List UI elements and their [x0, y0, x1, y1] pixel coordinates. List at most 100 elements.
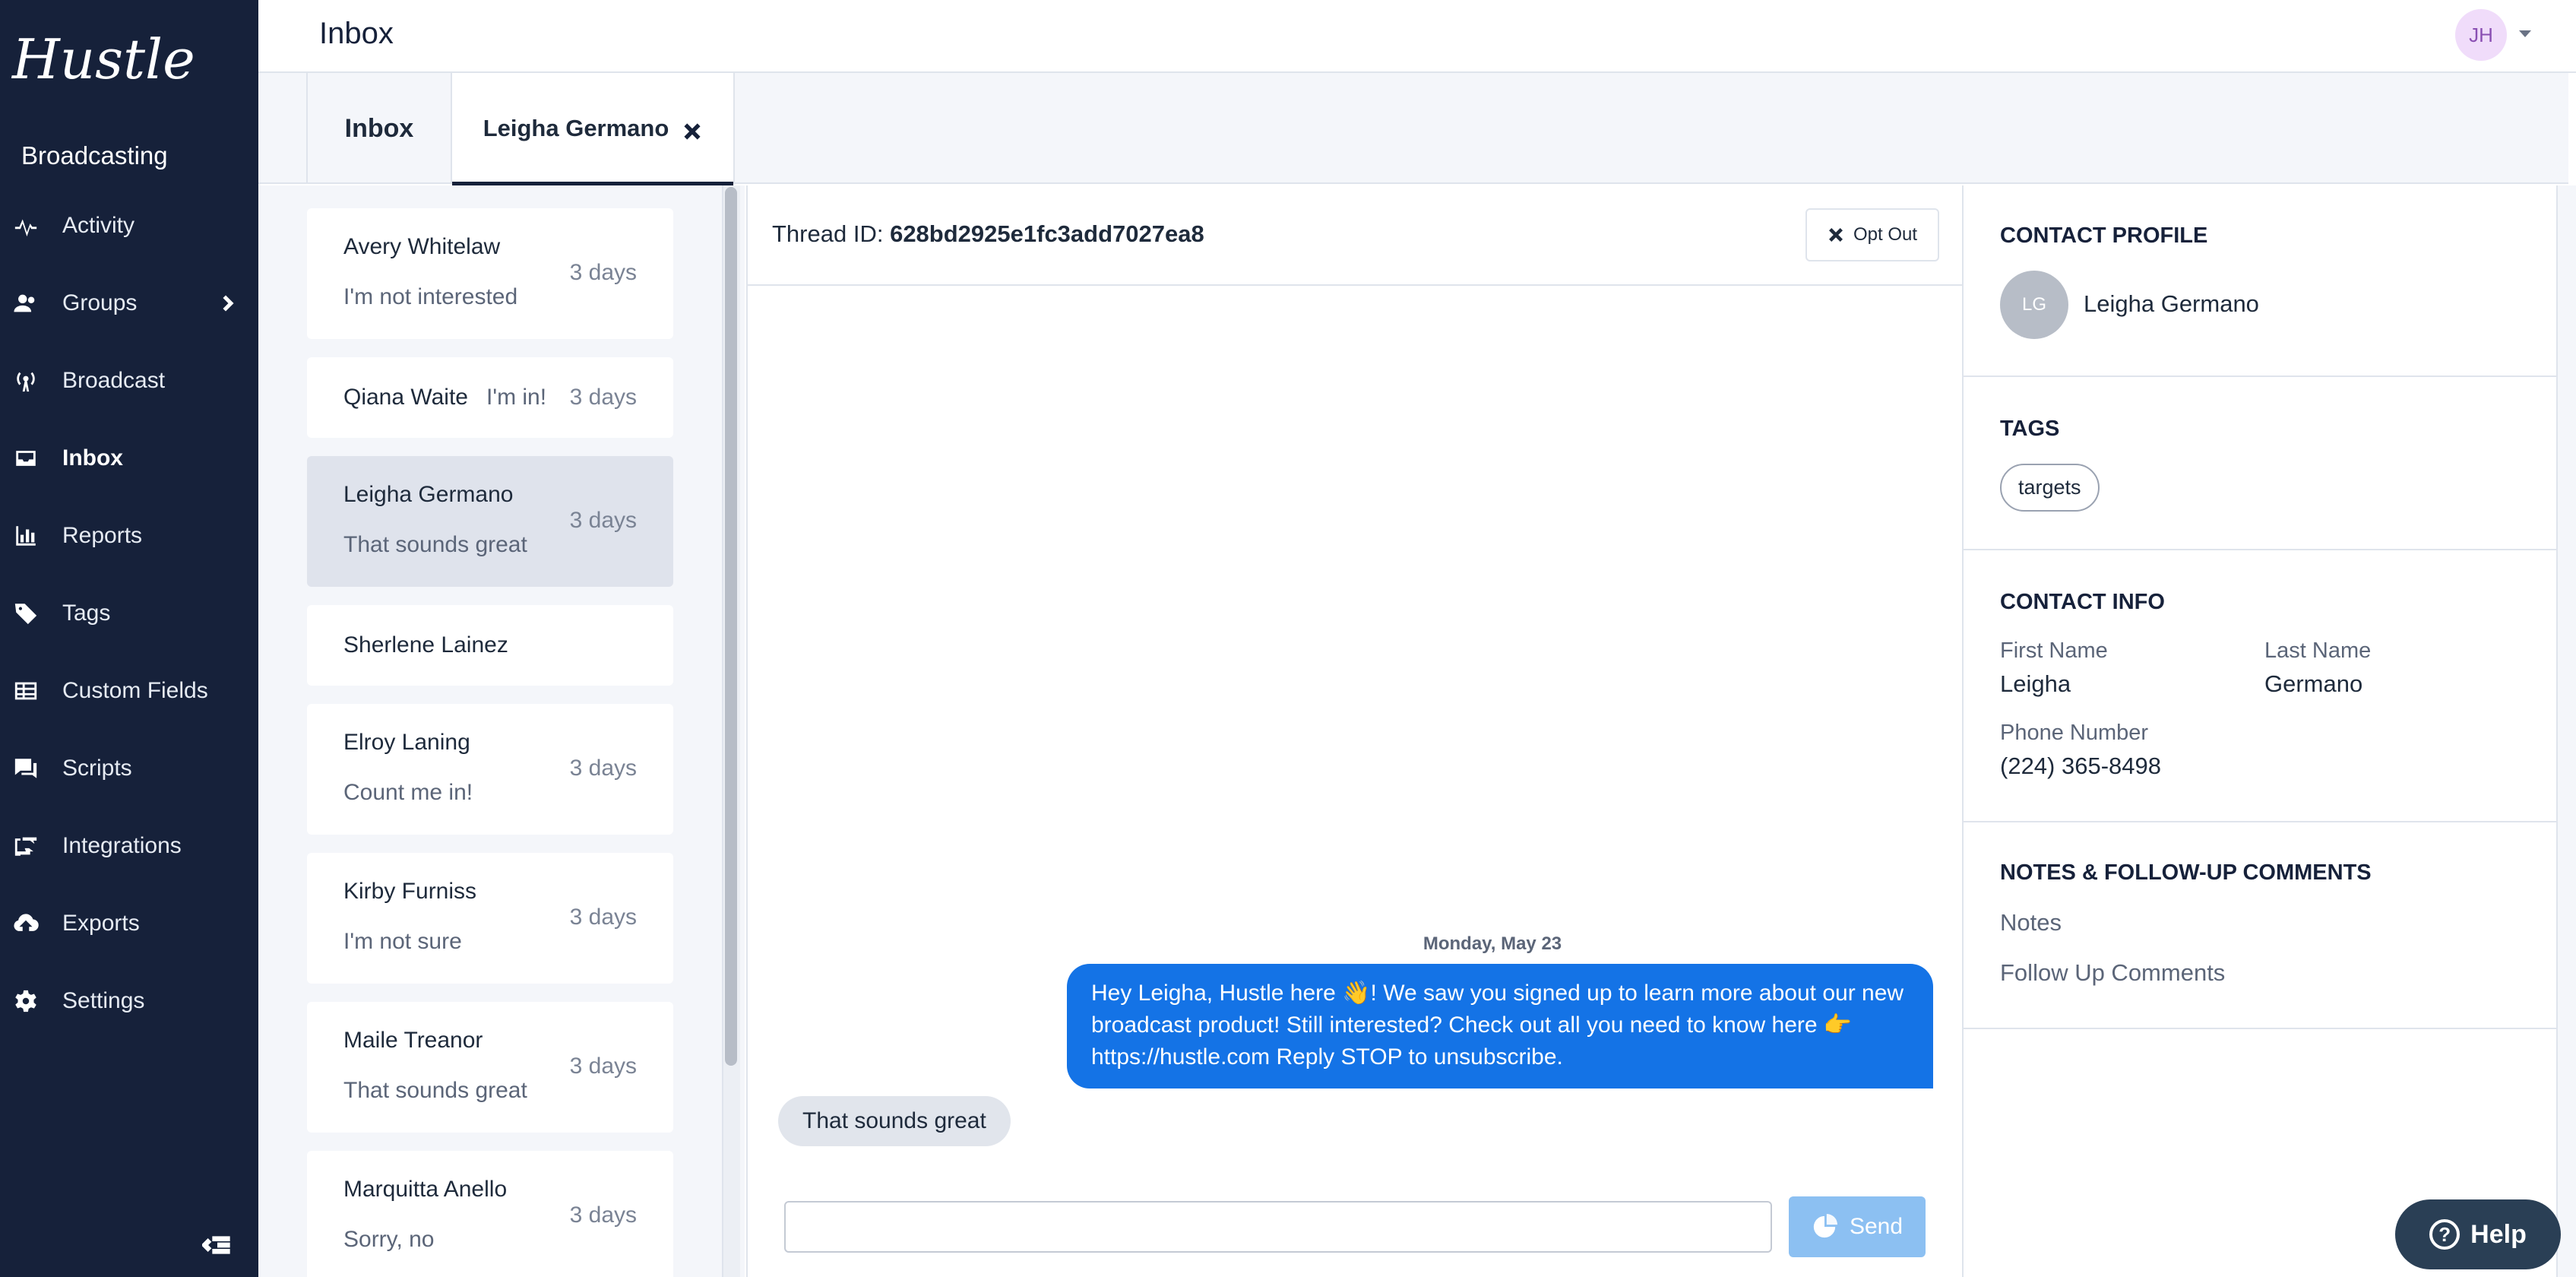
broadcast-icon	[12, 367, 40, 395]
send-button[interactable]: Send	[1789, 1196, 1926, 1257]
thread-id: Thread ID: 628bd2925e1fc3add7027ea8	[772, 220, 1204, 248]
sidebar-item-inbox[interactable]: Inbox	[0, 420, 258, 497]
close-icon	[1829, 228, 1843, 242]
conversation-item[interactable]: Kirby Furniss I'm not sure 3 days	[307, 853, 673, 984]
conversation-item[interactable]: Avery Whitelaw I'm not interested 3 days	[307, 208, 673, 339]
conversation-preview: Sorry, no	[343, 1227, 435, 1252]
notes-link[interactable]: Notes	[2000, 909, 2062, 936]
thread-header: Thread ID: 628bd2925e1fc3add7027ea8 Opt …	[748, 185, 1964, 286]
message-thread: Thread ID: 628bd2925e1fc3add7027ea8 Opt …	[746, 185, 1964, 1277]
scripts-icon	[12, 755, 40, 782]
section-heading: CONTACT INFO	[2000, 590, 2165, 614]
sidebar-item-broadcast[interactable]: Broadcast	[0, 342, 258, 420]
conversation-time: 3 days	[569, 1054, 637, 1079]
first-name-label: First Name	[2000, 638, 2108, 663]
conversation-item-selected[interactable]: Leigha Germano That sounds great 3 days	[307, 456, 673, 587]
sidebar-item-label: Scripts	[62, 756, 132, 781]
sidebar-item-custom-fields[interactable]: Custom Fields	[0, 652, 258, 730]
conversation-preview: That sounds great	[343, 1078, 527, 1103]
sidebar-item-integrations[interactable]: Integrations	[0, 807, 258, 885]
conversation-time: 3 days	[569, 385, 637, 410]
question-icon: ?	[2429, 1219, 2460, 1250]
sidebar-item-label: Reports	[62, 523, 143, 548]
sidebar-item-exports[interactable]: Exports	[0, 885, 258, 962]
tab-label: Inbox	[344, 113, 414, 143]
conversation-time: 3 days	[569, 1203, 637, 1228]
sidebar-item-label: Groups	[62, 290, 138, 315]
conversation-name: Maile Treanor	[343, 1028, 483, 1053]
conversation-name: Elroy Laning	[343, 730, 470, 755]
phone-label: Phone Number	[2000, 721, 2149, 745]
conversation-preview: Count me in!	[343, 780, 473, 805]
user-avatar[interactable]: JH	[2455, 9, 2507, 61]
last-name-label: Last Name	[2264, 638, 2372, 663]
sidebar-item-activity[interactable]: Activity	[0, 187, 258, 265]
conversation-name: Sherlene Lainez	[343, 632, 508, 658]
sidebar-item-tags[interactable]: Tags	[0, 575, 258, 652]
outgoing-message: Hey Leigha, Hustle here 👋! We saw you si…	[1067, 964, 1933, 1088]
section-heading: TAGS	[2000, 417, 2060, 441]
custom-fields-icon	[12, 677, 40, 705]
sidebar-item-scripts[interactable]: Scripts	[0, 730, 258, 807]
tag-icon	[12, 600, 40, 627]
chevron-right-icon	[216, 292, 239, 315]
sidebar-item-label: Inbox	[62, 445, 123, 471]
section-heading: CONTACT PROFILE	[2000, 223, 2208, 248]
follow-up-comments-link[interactable]: Follow Up Comments	[2000, 959, 2225, 987]
notes-section: NOTES & FOLLOW-UP COMMENTS Notes Follow …	[1964, 822, 2556, 1029]
conversation-item[interactable]: Maile Treanor That sounds great 3 days	[307, 1002, 673, 1133]
scrollbar-track[interactable]	[2556, 185, 2576, 1277]
tab-contact-thread[interactable]: Leigha Germano	[451, 73, 735, 185]
conversation-preview: I'm not interested	[343, 284, 518, 309]
sidebar-item-label: Broadcast	[62, 368, 166, 393]
conversation-preview: I'm not sure	[343, 929, 462, 954]
help-button[interactable]: ? Help	[2395, 1199, 2561, 1269]
thread-id-label: Thread ID:	[772, 220, 884, 247]
conversation-item[interactable]: Marquitta Anello Sorry, no 3 days	[307, 1151, 673, 1277]
gear-icon	[12, 987, 40, 1015]
first-name-value: Leigha	[2000, 670, 2071, 697]
scrollbar-thumb[interactable]	[725, 187, 737, 1066]
avatar: LG	[2000, 271, 2068, 339]
reports-icon	[12, 522, 40, 550]
integrations-icon	[12, 832, 40, 860]
contact-profile-section: CONTACT PROFILE LG Leigha Germano	[1964, 185, 2556, 377]
conversation-item[interactable]: Qiana Waite I'm in! 3 days	[307, 357, 673, 438]
tab-inbox[interactable]: Inbox	[306, 73, 451, 184]
send-icon	[1813, 1214, 1837, 1238]
message-input[interactable]	[784, 1201, 1772, 1253]
conversation-name: Leigha Germano	[343, 482, 514, 507]
chevron-down-icon[interactable]	[2516, 26, 2534, 41]
opt-out-label: Opt Out	[1853, 224, 1918, 245]
brand-logo: Hustle	[12, 27, 195, 91]
conversation-name: Kirby Furniss	[343, 879, 477, 904]
sidebar-item-label: Activity	[62, 213, 135, 238]
sidebar-item-reports[interactable]: Reports	[0, 497, 258, 575]
section-title: Broadcasting	[21, 141, 168, 170]
close-icon[interactable]	[682, 119, 702, 140]
send-label: Send	[1849, 1214, 1904, 1239]
conversation-list: Avery Whitelaw I'm not interested 3 days…	[258, 185, 745, 1277]
phone-value: (224) 365-8498	[2000, 753, 2161, 779]
collapse-sidebar-icon[interactable]	[201, 1230, 233, 1260]
contact-profile-panel: CONTACT PROFILE LG Leigha Germano TAGS t…	[1962, 185, 2576, 1277]
conversation-item[interactable]: Elroy Laning Count me in! 3 days	[307, 704, 673, 835]
incoming-message: That sounds great	[778, 1096, 1011, 1146]
conversation-item[interactable]: Sherlene Lainez	[307, 605, 673, 686]
sidebar-item-label: Settings	[62, 988, 145, 1013]
conversation-time: 3 days	[569, 905, 637, 930]
help-label: Help	[2470, 1219, 2527, 1249]
page-title: Inbox	[319, 17, 394, 50]
sidebar: Hustle Broadcasting Activity Groups Broa…	[0, 0, 258, 1277]
groups-icon	[12, 290, 40, 317]
date-separator: Monday, May 23	[1422, 933, 1562, 954]
tag-pill[interactable]: targets	[2000, 464, 2100, 512]
sidebar-item-groups[interactable]: Groups	[0, 265, 258, 342]
conversation-name: Avery Whitelaw	[343, 234, 501, 259]
opt-out-button[interactable]: Opt Out	[1805, 208, 1939, 261]
sidebar-item-settings[interactable]: Settings	[0, 962, 258, 1040]
inbox-icon	[12, 445, 40, 472]
tab-label: Leigha Germano	[483, 115, 669, 141]
conversation-name: Qiana Waite	[343, 385, 468, 410]
sidebar-item-label: Integrations	[62, 833, 182, 858]
